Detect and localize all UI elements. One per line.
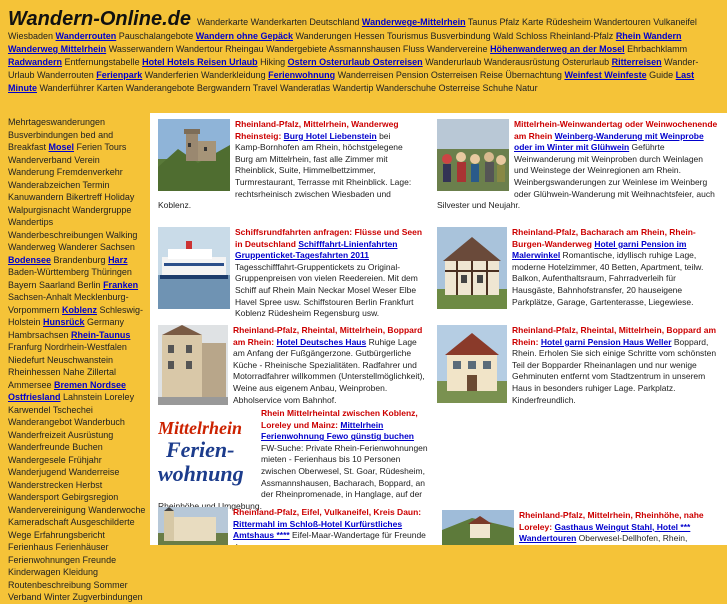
listing-ferienwohnung: Mittelrhein Ferien- wohnung Rhein Mittel…	[158, 408, 428, 512]
sidebar-link-koblenz[interactable]: Koblenz	[62, 305, 97, 315]
hikers-photo[interactable]	[437, 119, 509, 191]
header-link-hotel-hotels-reisen-urlaub[interactable]: Hotel Hotels Reisen Urlaub	[142, 57, 258, 67]
sidebar-link-bodensee[interactable]: Bodensee	[8, 255, 51, 265]
listing-schloss-hotel: Rheinland-Pfalz, Eifel, Vulkaneifel, Kre…	[158, 507, 428, 545]
listing-weinwandertag: Mittelrhein-Weinwandertag oder Weinwoche…	[437, 119, 719, 212]
keyword-text: Entfernungstabelle	[62, 57, 143, 67]
sidebar-link-ostfriesland[interactable]: Ostfriesland	[8, 392, 61, 402]
header-link-rhein-wandern[interactable]: Rhein Wandern	[616, 31, 682, 41]
keyword-text: Lahnstein Loreley Karwendel Tschechei Wa…	[8, 392, 146, 602]
sidebar-link-rhein-taunus[interactable]: Rhein-Taunus	[71, 330, 130, 340]
listing-hotel-deutsches-haus: Rheinland-Pfalz, Rheintal, Mittelrhein, …	[158, 325, 428, 407]
header-link-wanderwege-mittelrhein[interactable]: Wanderwege-Mittelrhein	[362, 17, 466, 27]
sidebar-link-bremen-nordsee[interactable]: Bremen Nordsee	[54, 380, 126, 390]
listing-weingut-stahl: Rheinland-Pfalz, Mittelrhein, Rheinhöhe,…	[442, 510, 724, 545]
fewo-logo-line3: wohnung	[158, 461, 244, 486]
listing-description: Tagesschifffahrt-Gruppentickets zu Origi…	[235, 261, 418, 319]
listing-link-hotel-garni-pension-haus-weller[interactable]: Hotel garni Pension Haus Weller	[541, 337, 672, 347]
listing-link-burg-hotel-liebenstein[interactable]: Burg Hotel Liebenstein	[284, 131, 377, 141]
header: Wandern-Online.de Wanderkarte Wanderkarte…	[8, 8, 720, 95]
keyword-text: Wanderkarte Wanderkarten Deutschland	[196, 17, 362, 27]
ferienwohnung-logo[interactable]: Mittelrhein Ferien- wohnung	[158, 418, 256, 488]
listing-link-hotel-deutsches-haus[interactable]: Hotel Deutsches Haus	[276, 337, 366, 347]
keyword-text: Wasserwandern Wandertour Rheingau Wander…	[106, 44, 491, 54]
listing-burg-hotel-liebenstein: Rheinland-Pfalz, Mittelrhein, Wanderweg …	[158, 119, 416, 212]
sidebar-link-mosel[interactable]: Mosel	[49, 142, 75, 152]
site-logo[interactable]: Wandern-Online.de	[8, 8, 191, 30]
fewo-logo-line1: Mittelrhein	[158, 418, 243, 438]
header-link-wanderweg-mittelrhein[interactable]: Wanderweg Mittelrhein	[8, 44, 106, 54]
street-photo[interactable]	[158, 325, 228, 405]
keyword-text: Pauschalangebote	[116, 31, 196, 41]
fewo-logo-line2: Ferien-	[166, 437, 235, 462]
listing-link-wandertouren[interactable]: Wandertouren	[519, 533, 576, 543]
header-link-ferienwohnung[interactable]: Ferienwohnung	[268, 70, 335, 80]
keyword-text: Wanderreisen Pension Osterreisen Reise Ü…	[335, 70, 565, 80]
keyword-text: Guide	[646, 70, 676, 80]
castle-hotel-photo[interactable]	[158, 507, 228, 545]
guesthouse-photo[interactable]	[437, 325, 507, 403]
listing-heading: Rheinland-Pfalz, Eifel, Vulkaneifel, Kre…	[233, 507, 422, 517]
listing-pension-malerwinkel: Rheinland-Pfalz, Bacharach am Rhein, Rhe…	[437, 227, 719, 311]
header-link-ritterreisen[interactable]: Ritterreisen	[612, 57, 662, 67]
ship-photo[interactable]	[158, 227, 230, 309]
main-content: Rheinland-Pfalz, Mittelrhein, Wanderweg …	[150, 113, 727, 545]
keyword-text: Brandenburg	[51, 254, 109, 265]
keyword-text: Wanderführer Karten Wanderangebote Bergw…	[37, 83, 538, 93]
sidebar-link-harz[interactable]: Harz	[108, 255, 128, 265]
header-link-ferienpark[interactable]: Ferienpark	[96, 70, 142, 80]
listing-schifffahrt: Schiffsrundfahrten anfragen: Flüsse und …	[158, 227, 428, 320]
keyword-text: Ehrbachklamm	[624, 44, 688, 54]
listing-heading: Rheinland-Pfalz, Mittelrhein, Wanderweg	[235, 119, 399, 129]
listing-heading: Rheinsteig:	[235, 130, 282, 141]
header-link-wanderrouten[interactable]: Wanderrouten	[56, 31, 117, 41]
keyword-text: Mehrtageswanderungen	[8, 117, 106, 127]
half-timbered-house-photo[interactable]	[437, 227, 507, 309]
listing-link-gasthaus-weingut-stahl-hotel[interactable]: Gasthaus Weingut Stahl, Hotel ***	[554, 522, 690, 532]
header-link-ostern-osterurlaub-osterreisen[interactable]: Ostern Osterurlaub Osterreisen	[288, 57, 423, 67]
listing-description: Oberwesel-Dellhofen, Rhein,	[576, 533, 688, 544]
header-link-weinfest-weinfeste[interactable]: Weinfest Weinfeste	[564, 70, 646, 80]
castle-photo[interactable]	[158, 119, 230, 191]
listing-haus-weller: Rheinland-Pfalz, Rheintal, Mittelrhein, …	[437, 325, 719, 406]
keyword-text: Ferien Tours Wanderverband Verein Wander…	[8, 142, 138, 252]
keyword-text: Wanderungen Hessen Tourismus Busverbindu…	[292, 31, 616, 41]
keyword-text: Wanderferien Wanderkleidung	[142, 70, 269, 80]
sidebar-link-hunsruck[interactable]: Hunsrück	[43, 317, 85, 327]
header-link-wandern-ohne-gepack[interactable]: Wandern ohne Gepäck	[196, 31, 293, 41]
header-link-radwandern[interactable]: Radwandern	[8, 57, 62, 67]
vineyard-photo[interactable]	[442, 510, 514, 545]
sidebar-link-franken[interactable]: Franken	[103, 280, 138, 290]
keyword-text: Hiking	[257, 57, 288, 67]
keyword-text: Wanderurlaub Wanderausrüstung Osterurlau…	[422, 57, 612, 67]
header-link-hohenwanderweg-an-der-mosel[interactable]: Höhenwanderweg an der Mosel	[490, 44, 625, 54]
sidebar-keyword-list: Mehrtageswanderungen Busverbindungen bed…	[8, 116, 146, 604]
